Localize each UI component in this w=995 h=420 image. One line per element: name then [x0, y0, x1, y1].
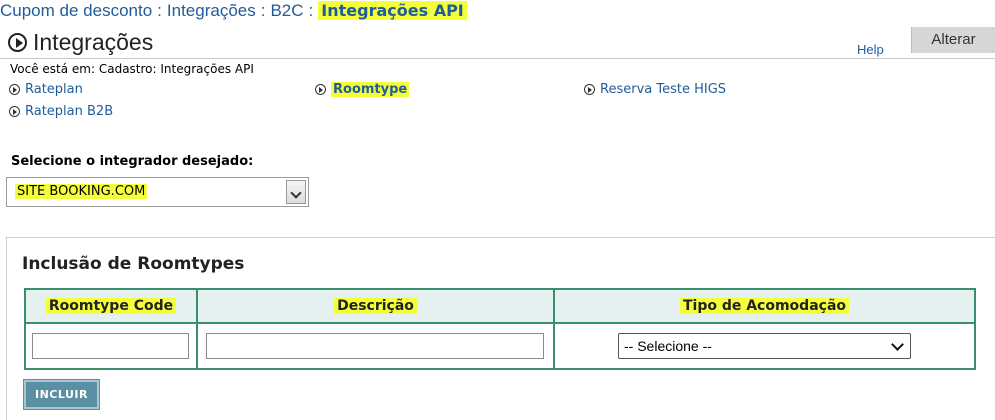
column-header-label: Roomtype Code	[45, 298, 177, 314]
link-label: Reserva Teste HIGS	[600, 82, 727, 97]
nav-separator: :	[308, 1, 314, 20]
integrator-selected-value: SITE BOOKING.COM	[15, 184, 148, 199]
chevron-down-icon	[891, 338, 904, 351]
link-reserva-teste-higs[interactable]: Reserva Teste HIGS	[584, 82, 726, 97]
link-rateplan-b2b[interactable]: Rateplan B2B	[9, 104, 113, 119]
integrator-select[interactable]: SITE BOOKING.COM	[6, 177, 309, 207]
nav-current-integracoes-api[interactable]: Integrações API	[318, 1, 467, 20]
nav-separator: :	[157, 1, 162, 20]
location-breadcrumb: Você está em: Cadastro: Integrações API	[10, 62, 254, 76]
top-navigation: Cupom de desconto: Integrações: B2C: Integr…	[0, 0, 995, 24]
tipo-acomodacao-select[interactable]: -- Selecione --	[618, 333, 911, 359]
tipo-acomodacao-cell: -- Selecione --	[553, 322, 976, 370]
help-link[interactable]: Help	[857, 42, 884, 57]
link-label: Rateplan	[25, 82, 83, 97]
nav-link-integracoes[interactable]: Integrações	[167, 1, 256, 20]
chevron-down-icon[interactable]	[286, 180, 306, 204]
descricao-input[interactable]	[206, 333, 544, 359]
page-header: Integrações Help Alterar	[0, 27, 995, 59]
nav-link-cupom[interactable]: Cupom de desconto	[0, 1, 152, 20]
column-header-label: Tipo de Acomodação	[679, 298, 850, 314]
play-circle-icon	[584, 84, 595, 95]
column-header-tipo-acomodacao: Tipo de Acomodação	[553, 288, 976, 324]
column-header-roomtype-code: Roomtype Code	[24, 288, 198, 324]
table-row: -- Selecione --	[24, 322, 976, 370]
nav-separator: :	[260, 1, 266, 20]
play-circle-icon	[9, 84, 20, 95]
play-circle-icon	[9, 106, 20, 117]
nav-link-b2c[interactable]: B2C	[270, 1, 303, 20]
descricao-cell	[196, 322, 555, 370]
roomtypes-table: Roomtype Code Descrição Tipo de Acomodaç…	[24, 288, 976, 370]
link-label: Rateplan B2B	[25, 104, 114, 119]
roomtype-code-input[interactable]	[32, 333, 189, 359]
link-label: Roomtype	[331, 82, 410, 97]
play-circle-icon	[315, 84, 326, 95]
column-header-descricao: Descrição	[196, 288, 555, 324]
column-header-label: Descrição	[334, 298, 417, 314]
page-title: Integrações	[33, 29, 154, 55]
alterar-button[interactable]: Alterar	[911, 27, 995, 53]
title-group: Integrações	[8, 29, 153, 56]
panel-title: Inclusão de Roomtypes	[22, 254, 245, 274]
tipo-selected-value: -- Selecione --	[624, 338, 712, 354]
roomtype-code-cell	[24, 322, 198, 370]
play-circle-icon	[8, 33, 27, 52]
table-header-row: Roomtype Code Descrição Tipo de Acomodaç…	[24, 288, 976, 324]
link-roomtype[interactable]: Roomtype	[315, 82, 410, 97]
incluir-button[interactable]: INCLUIR	[23, 379, 100, 410]
integrator-label: Selecione o integrador desejado:	[11, 154, 254, 169]
link-rateplan[interactable]: Rateplan	[9, 82, 83, 97]
